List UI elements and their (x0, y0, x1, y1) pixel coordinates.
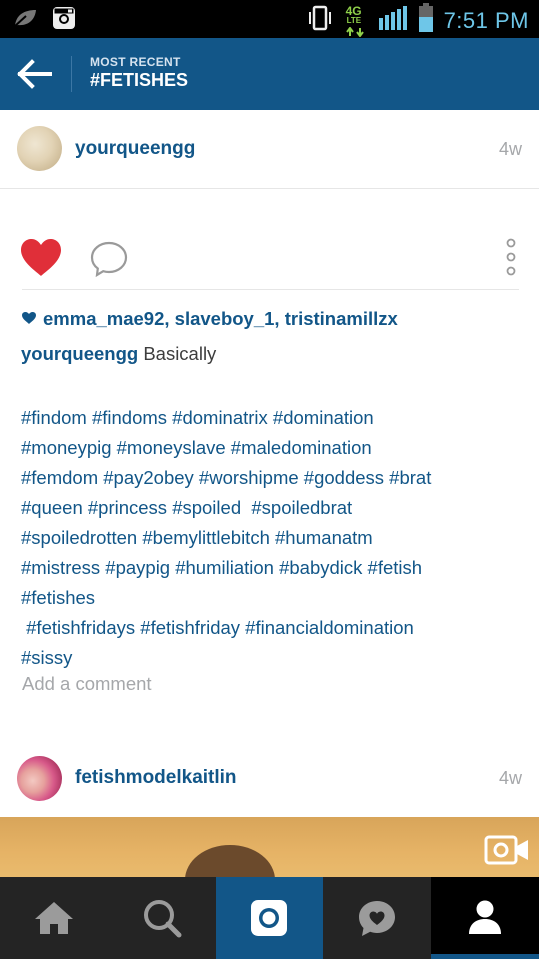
back-button[interactable] (16, 56, 56, 92)
more-options-icon[interactable] (504, 238, 518, 283)
tab-search[interactable] (108, 877, 216, 959)
app-header: MOST RECENT #FETISHES (0, 38, 539, 110)
hashtag-line[interactable]: #sissy (21, 643, 521, 673)
tab-profile[interactable] (431, 877, 539, 959)
profile-icon (469, 900, 502, 934)
hashtag-line[interactable]: #fetishfridays #fetishfriday #financiald… (21, 613, 521, 643)
post-actions (0, 230, 539, 290)
liker-separator: , (164, 308, 175, 329)
video-icon (484, 834, 530, 871)
network-sublabel: LTE (346, 15, 362, 25)
search-icon (143, 900, 182, 938)
clock: 7:51 PM (443, 7, 529, 33)
signal-icon (378, 4, 408, 37)
caption: yourqueengg Basically (21, 343, 216, 365)
instagram-icon (52, 6, 76, 35)
hashtag-block: #findom #findoms #dominatrix #domination… (21, 403, 521, 673)
avatar[interactable] (17, 126, 62, 171)
post-header: yourqueengg 4w (0, 110, 539, 189)
hashtag-line[interactable]: #femdom #pay2obey #worshipme #goddess #b… (21, 463, 521, 493)
bottom-tab-bar (0, 877, 539, 959)
battery-icon (418, 3, 434, 38)
liker-separator: , (274, 308, 285, 329)
header-divider (71, 56, 72, 92)
caption-username[interactable]: yourqueengg (21, 343, 138, 364)
activity-icon (359, 901, 396, 936)
liker-link[interactable]: slaveboy_1 (175, 308, 275, 330)
status-bar: 4G LTE 7:51 PM (0, 0, 539, 38)
liked-by: emma_mae92, slaveboy_1, tristinamillzx (21, 308, 398, 330)
liker-link[interactable]: tristinamillzx (285, 308, 398, 330)
home-icon (34, 902, 73, 934)
leaf-icon (12, 7, 38, 34)
comment-icon[interactable] (89, 240, 129, 283)
tab-activity[interactable] (323, 877, 431, 959)
post-time: 4w (498, 768, 522, 788)
actions-divider (22, 289, 519, 290)
post-username[interactable]: fetishmodelkaitlin (75, 767, 237, 789)
photo-subject (185, 845, 275, 877)
back-arrow-icon (17, 59, 52, 89)
post-time: 4w (498, 139, 522, 159)
camera-icon (251, 900, 288, 936)
active-tab-indicator (431, 954, 539, 959)
avatar[interactable] (17, 756, 62, 801)
post-header: fetishmodelkaitlin 4w (0, 745, 539, 817)
add-comment-link[interactable]: Add a comment (22, 673, 152, 695)
hashtag-line[interactable]: #moneypig #moneyslave #maledomination (21, 433, 521, 463)
post-media[interactable] (0, 817, 539, 877)
network-type-icon: 4G LTE (344, 4, 368, 37)
tab-camera[interactable] (215, 877, 324, 959)
liker-link[interactable]: emma_mae92 (43, 308, 164, 330)
hashtag-line[interactable]: #findom #findoms #dominatrix #domination (21, 403, 521, 433)
small-heart-icon (21, 308, 37, 330)
hashtag-line[interactable]: #mistress #paypig #humiliation #babydick… (21, 553, 521, 583)
header-subtitle: MOST RECENT (90, 55, 181, 69)
hashtag-line[interactable]: #queen #princess #spoiled #spoiledbrat (21, 493, 521, 523)
like-icon[interactable] (19, 238, 63, 283)
caption-text: Basically (143, 343, 217, 364)
hashtag-line[interactable]: #spoiledrotten #bemylittlebitch #humanat… (21, 523, 521, 553)
hashtag-line[interactable]: #fetishes (21, 583, 521, 613)
vibrate-icon (306, 4, 334, 37)
page-title: #FETISHES (90, 70, 189, 90)
tab-home[interactable] (0, 877, 108, 959)
post-username[interactable]: yourqueengg (75, 138, 195, 160)
